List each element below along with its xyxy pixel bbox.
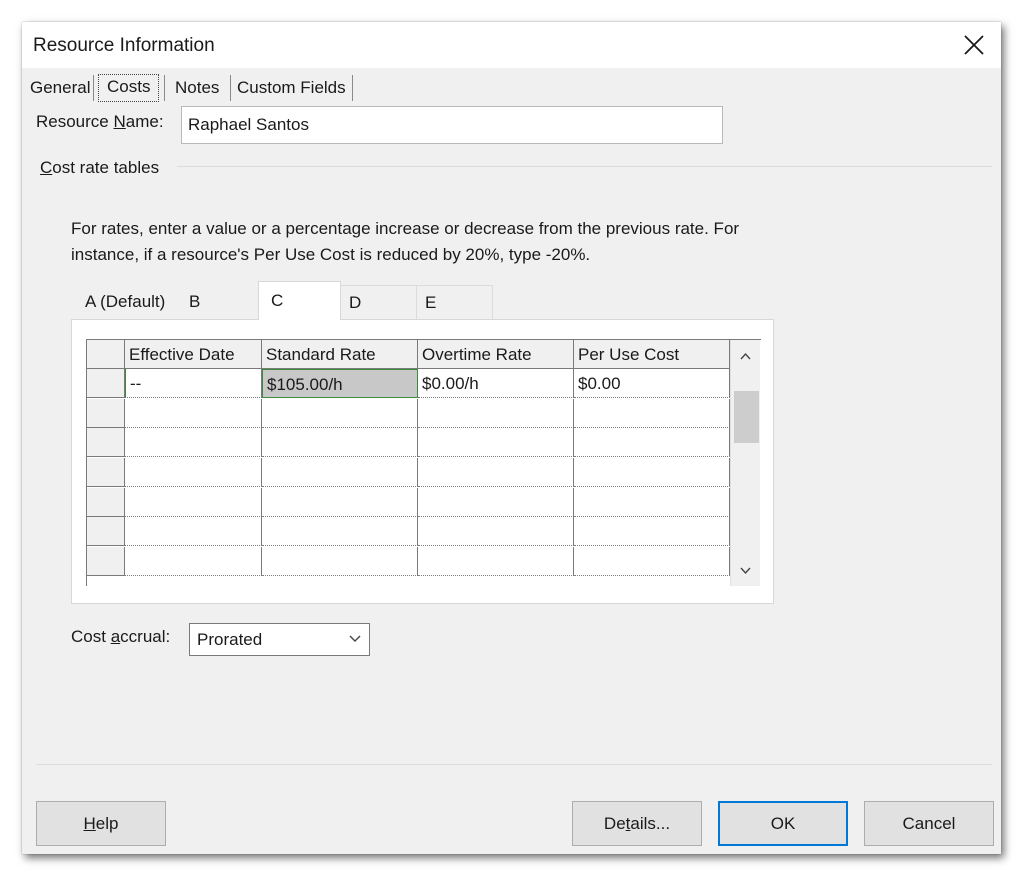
cell-overtime-rate[interactable] [418, 488, 574, 517]
cancel-button[interactable]: Cancel [864, 801, 994, 846]
cell-per-use-cost[interactable] [574, 428, 730, 457]
resource-name-label: Resource Name: [36, 112, 164, 131]
tab-separator [352, 75, 353, 101]
column-header-standard-rate[interactable]: Standard Rate [262, 340, 418, 369]
cell-overtime-rate[interactable] [418, 399, 574, 428]
cell-per-use-cost[interactable] [574, 399, 730, 428]
ok-button[interactable]: OK [718, 801, 848, 846]
corner-cell [87, 340, 125, 369]
tab-separator [230, 75, 231, 101]
cell-standard-rate[interactable] [262, 517, 418, 546]
tab-separator [164, 75, 165, 101]
cell-per-use-cost[interactable] [574, 517, 730, 546]
cell-effective-date[interactable] [125, 547, 262, 576]
tab-custom-fields[interactable]: Custom Fields [234, 75, 349, 101]
cell-standard-rate[interactable] [262, 399, 418, 428]
table-row [87, 458, 730, 487]
cell-overtime-rate[interactable] [418, 517, 574, 546]
cell-per-use-cost[interactable]: $0.00 [574, 369, 730, 398]
cell-standard-rate[interactable] [262, 428, 418, 457]
rate-tab-d[interactable]: D [341, 285, 417, 319]
resource-name-input[interactable]: Raphael Santos [181, 106, 723, 144]
row-header[interactable] [87, 458, 125, 487]
table-row [87, 428, 730, 457]
grid-vertical-scrollbar[interactable] [730, 340, 760, 586]
cell-overtime-rate[interactable] [418, 428, 574, 457]
row-header[interactable] [87, 428, 125, 457]
tab-notes[interactable]: Notes [172, 75, 222, 101]
tab-general[interactable]: General [27, 75, 93, 101]
column-header-effective-date[interactable]: Effective Date [125, 340, 262, 369]
cell-effective-date[interactable] [125, 399, 262, 428]
scrollbar-thumb[interactable] [734, 391, 759, 443]
cell-effective-date[interactable] [125, 458, 262, 487]
cost-accrual-select[interactable]: Prorated [189, 623, 370, 656]
cost-accrual-value: Prorated [197, 630, 263, 649]
cell-effective-date[interactable] [125, 428, 262, 457]
rate-tab-b[interactable]: B [181, 285, 259, 319]
chevron-down-icon [349, 635, 361, 642]
row-header[interactable] [87, 517, 125, 546]
cell-standard-rate[interactable] [262, 458, 418, 487]
dialog-title: Resource Information [33, 35, 215, 56]
cell-standard-rate[interactable]: $105.00/h [262, 369, 418, 398]
group-divider [177, 166, 992, 167]
table-row [87, 488, 730, 517]
rate-tab-e[interactable]: E [417, 285, 493, 319]
cost-rate-tables-label: Cost rate tables [40, 158, 160, 177]
rate-tab-c[interactable]: C [258, 281, 341, 320]
cell-per-use-cost[interactable] [574, 488, 730, 517]
cell-per-use-cost[interactable] [574, 547, 730, 576]
row-header[interactable] [87, 547, 125, 576]
column-header-per-use-cost[interactable]: Per Use Cost [574, 340, 730, 369]
tab-costs[interactable]: Costs [98, 74, 160, 102]
cost-accrual-label: Cost accrual: [71, 627, 171, 646]
rate-tab-a-default[interactable]: A (Default) [77, 285, 181, 319]
close-icon[interactable] [961, 32, 987, 58]
cell-effective-date[interactable] [125, 517, 262, 546]
table-row [87, 517, 730, 546]
chevron-down-icon[interactable] [739, 564, 752, 577]
table-row [87, 399, 730, 428]
cost-rate-grid: Effective Date Standard Rate Overtime Ra… [86, 339, 761, 586]
instructions-text: For rates, enter a value or a percentage… [71, 219, 740, 264]
row-header[interactable] [87, 488, 125, 517]
cell-standard-rate[interactable] [262, 488, 418, 517]
help-button[interactable]: Help [36, 801, 166, 846]
resource-information-dialog: Resource Information General Costs Notes… [22, 22, 1001, 854]
cell-overtime-rate[interactable] [418, 547, 574, 576]
grid-header-row: Effective Date Standard Rate Overtime Ra… [87, 340, 730, 369]
cell-effective-date[interactable] [125, 488, 262, 517]
row-header[interactable] [87, 369, 125, 398]
cell-per-use-cost[interactable] [574, 458, 730, 487]
table-row: -- $105.00/h $0.00/h $0.00 [87, 369, 730, 398]
cell-effective-date[interactable]: -- [125, 369, 262, 398]
cell-standard-rate[interactable] [262, 547, 418, 576]
cell-overtime-rate[interactable] [418, 458, 574, 487]
chevron-up-icon[interactable] [739, 350, 752, 363]
cell-overtime-rate[interactable]: $0.00/h [418, 369, 574, 398]
table-row [87, 547, 730, 576]
row-header[interactable] [87, 399, 125, 428]
footer-divider [36, 764, 992, 765]
title-bar: Resource Information [22, 22, 1001, 68]
column-header-overtime-rate[interactable]: Overtime Rate [418, 340, 574, 369]
tab-separator [93, 75, 94, 101]
details-button[interactable]: Details... [572, 801, 702, 846]
